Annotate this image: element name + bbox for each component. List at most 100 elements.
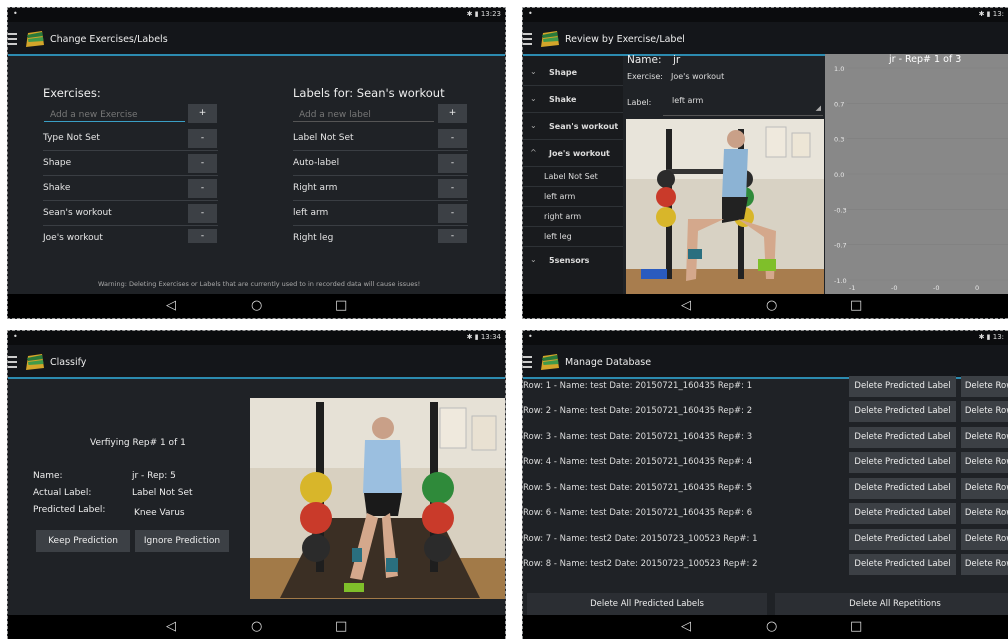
- back-icon[interactable]: ◁: [166, 619, 176, 635]
- warning-text: Warning: Deleting Exercises or Labels th…: [98, 280, 421, 288]
- recents-icon[interactable]: □: [335, 619, 347, 635]
- name-label: Name:: [33, 471, 63, 481]
- delete-predicted-label-button[interactable]: Delete Predicted Label: [849, 554, 956, 575]
- menu-icon[interactable]: [8, 356, 17, 370]
- drawer-group-seans-workout[interactable]: ⌄ Sean's workout: [523, 113, 623, 140]
- location-icon: •: [13, 332, 18, 341]
- status-bar: • ✱ ▮ 13:23: [8, 8, 505, 22]
- label-spinner-value: left arm: [672, 96, 704, 105]
- remove-exercise-button[interactable]: -: [188, 204, 217, 223]
- delete-row-button[interactable]: Delete Row: [961, 376, 1008, 397]
- drawer-group-joes-workout[interactable]: ^ Joe's workout: [523, 140, 623, 167]
- delete-all-repetitions-button[interactable]: Delete All Repetitions: [775, 593, 1008, 615]
- drawer-subitem[interactable]: Label Not Set: [523, 167, 623, 187]
- name-label: Name:: [627, 54, 662, 66]
- manage-database-screen: • ✱ ▮ 13: Manage Database Row: 1 - Name:…: [522, 330, 1008, 639]
- delete-all-predicted-labels-button[interactable]: Delete All Predicted Labels: [527, 593, 767, 615]
- drawer-subitem[interactable]: left arm: [523, 187, 623, 207]
- app-logo-icon[interactable]: [539, 27, 561, 49]
- remove-exercise-button[interactable]: -: [188, 154, 217, 173]
- remove-label-button[interactable]: -: [438, 179, 467, 198]
- add-exercise-button[interactable]: +: [188, 104, 217, 123]
- remove-label-button[interactable]: -: [438, 229, 467, 243]
- screen-title: Review by Exercise/Label: [565, 34, 685, 45]
- actual-value: Label Not Set: [132, 488, 193, 498]
- remove-label-button[interactable]: -: [438, 154, 467, 173]
- remove-label-button[interactable]: -: [438, 129, 467, 148]
- menu-icon[interactable]: [8, 33, 17, 47]
- drawer-group-shake[interactable]: ⌄ Shake: [523, 86, 623, 113]
- chevron-down-icon: ⌄: [530, 94, 537, 103]
- database-row: Row: 6 - Name: test Date: 20150721_16043…: [523, 501, 1008, 526]
- add-label-button[interactable]: +: [438, 104, 467, 123]
- exercise-value: Joe's workout: [671, 72, 725, 81]
- exercise-photo: [250, 398, 505, 599]
- delete-row-button[interactable]: Delete Row: [961, 427, 1008, 448]
- app-logo-icon[interactable]: [24, 27, 46, 49]
- delete-predicted-label-button[interactable]: Delete Predicted Label: [849, 478, 956, 499]
- chevron-down-icon: ⌄: [530, 121, 537, 130]
- drawer-subitem[interactable]: left leg: [523, 227, 623, 247]
- recents-icon[interactable]: □: [850, 619, 862, 635]
- keep-prediction-button[interactable]: Keep Prediction: [36, 530, 130, 552]
- review-screen: • ✱ ▮ 13: Review by Exercise/Label ⌄ Shap…: [522, 7, 1008, 319]
- menu-icon[interactable]: [523, 33, 532, 47]
- app-logo-icon[interactable]: [539, 350, 561, 372]
- delete-predicted-label-button[interactable]: Delete Predicted Label: [849, 376, 956, 397]
- remove-exercise-button[interactable]: -: [188, 179, 217, 198]
- back-icon[interactable]: ◁: [681, 298, 691, 314]
- exercise-name: Shake: [43, 183, 71, 193]
- home-icon[interactable]: ○: [766, 619, 777, 635]
- new-label-input[interactable]: Add a new label: [293, 106, 434, 122]
- remove-exercise-button[interactable]: -: [188, 229, 217, 243]
- predicted-label: Predicted Label:: [33, 505, 106, 515]
- chart-x-tick: -0: [891, 284, 897, 292]
- delete-predicted-label-button[interactable]: Delete Predicted Label: [849, 529, 956, 550]
- app-logo-icon[interactable]: [24, 350, 46, 372]
- back-icon[interactable]: ◁: [166, 298, 176, 314]
- label-spinner[interactable]: left arm ◢: [663, 90, 823, 116]
- home-icon[interactable]: ○: [251, 619, 262, 635]
- new-exercise-input[interactable]: Add a new Exercise: [44, 106, 185, 122]
- delete-row-button[interactable]: Delete Row: [961, 503, 1008, 524]
- delete-row-button[interactable]: Delete Row: [961, 401, 1008, 422]
- home-icon[interactable]: ○: [251, 298, 262, 314]
- remove-exercise-button[interactable]: -: [188, 129, 217, 148]
- exercises-heading: Exercises:: [43, 86, 101, 100]
- drawer-subitem[interactable]: right arm: [523, 207, 623, 227]
- verifying-text: Verfiying Rep# 1 of 1: [90, 438, 186, 448]
- home-icon[interactable]: ○: [766, 298, 777, 314]
- delete-predicted-label-button[interactable]: Delete Predicted Label: [849, 503, 956, 524]
- nav-bar: ◁ ○ □: [8, 294, 505, 318]
- delete-row-button[interactable]: Delete Row: [961, 554, 1008, 575]
- remove-label-button[interactable]: -: [438, 204, 467, 223]
- ignore-prediction-button[interactable]: Ignore Prediction: [135, 530, 229, 552]
- label-label: Label:: [627, 98, 652, 107]
- row-description: Row: 5 - Name: test Date: 20150721_16043…: [523, 483, 753, 493]
- row-description: Row: 3 - Name: test Date: 20150721_16043…: [523, 432, 753, 442]
- row-description: Row: 4 - Name: test Date: 20150721_16043…: [523, 457, 753, 467]
- delete-predicted-label-button[interactable]: Delete Predicted Label: [849, 452, 956, 473]
- delete-predicted-label-button[interactable]: Delete Predicted Label: [849, 401, 956, 422]
- action-bar: Review by Exercise/Label: [523, 22, 1008, 56]
- exercise-photo: [626, 119, 824, 296]
- drawer-group-5sensors[interactable]: ⌄ 5sensors: [523, 247, 623, 274]
- name-value: jr: [673, 54, 681, 66]
- delete-row-button[interactable]: Delete Row: [961, 529, 1008, 550]
- recents-icon[interactable]: □: [850, 298, 862, 314]
- delete-row-button[interactable]: Delete Row: [961, 452, 1008, 473]
- delete-row-button[interactable]: Delete Row: [961, 478, 1008, 499]
- database-row: Row: 1 - Name: test Date: 20150721_16043…: [523, 374, 1008, 399]
- label-name: Right arm: [293, 183, 338, 193]
- label-name: Auto-label: [293, 158, 340, 168]
- database-row: Row: 2 - Name: test Date: 20150721_16043…: [523, 399, 1008, 424]
- menu-icon[interactable]: [523, 356, 532, 370]
- classify-screen: • ✱ ▮ 13:34 Classify Verfiying Rep# 1 of…: [7, 330, 506, 639]
- database-row: Row: 8 - Name: test2 Date: 20150723_1005…: [523, 552, 1008, 577]
- delete-predicted-label-button[interactable]: Delete Predicted Label: [849, 427, 956, 448]
- drawer-group-shape[interactable]: ⌄ Shape: [523, 60, 623, 86]
- row-description: Row: 6 - Name: test Date: 20150721_16043…: [523, 508, 753, 518]
- recents-icon[interactable]: □: [335, 298, 347, 314]
- chart-y-tick: 0.3: [834, 136, 844, 144]
- back-icon[interactable]: ◁: [681, 619, 691, 635]
